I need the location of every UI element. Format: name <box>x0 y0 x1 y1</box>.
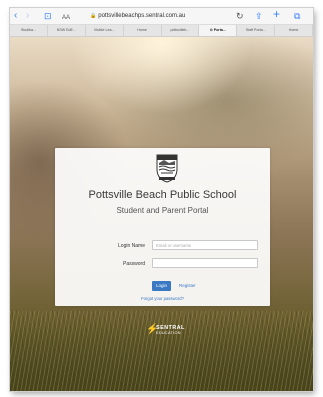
bookmarks-icon[interactable]: ⊡ <box>44 9 52 23</box>
reload-icon[interactable]: ↻ <box>236 9 244 23</box>
page-background: Pottsville Beach Public School Student a… <box>10 37 313 391</box>
portal-name: Student and Parent Portal <box>116 206 209 215</box>
device-frame: ‹ › ⊡ AA 🔒 pottsvillebeachps.sentral.com.… <box>10 8 313 391</box>
browser-tab[interactable]: Staff Porta... <box>237 25 276 36</box>
browser-tab[interactable]: NSW EdE... <box>48 25 86 36</box>
share-icon[interactable]: ⇪ <box>255 9 263 23</box>
safari-toolbar: ‹ › ⊡ AA 🔒 pottsvillebeachps.sentral.com.… <box>10 8 313 25</box>
sentral-subtitle: EDUCATION <box>156 331 181 335</box>
school-name: Pottsville Beach Public School <box>88 189 237 201</box>
reader-view-button[interactable]: AA <box>62 11 70 25</box>
forgot-password-link[interactable]: Forgot your password? <box>55 296 270 301</box>
browser-tab[interactable]: Visible Lea... <box>86 25 124 36</box>
login-button[interactable]: Login <box>152 281 171 291</box>
password-input[interactable] <box>152 258 258 268</box>
login-name-input[interactable] <box>152 240 258 250</box>
login-name-label: Login Name <box>118 243 145 249</box>
browser-tab[interactable]: pottsvilleb... <box>162 25 200 36</box>
browser-tab[interactable]: Studiba... <box>10 25 48 36</box>
login-card: Pottsville Beach Public School Student a… <box>55 148 270 306</box>
browser-tab[interactable]: Home <box>275 25 313 36</box>
browser-tab[interactable]: Home <box>124 25 162 36</box>
forward-icon[interactable]: › <box>26 9 29 23</box>
url-text: pottsvillebeachps.sentral.com.au <box>98 13 186 19</box>
lock-icon: 🔒 <box>90 13 97 19</box>
new-tab-icon[interactable]: + <box>273 8 280 21</box>
tab-bar: Studiba... NSW EdE... Visible Lea... Hom… <box>10 25 313 37</box>
grass-background <box>10 311 313 391</box>
back-icon[interactable]: ‹ <box>14 9 17 23</box>
register-link[interactable]: Register <box>179 283 196 288</box>
browser-tab-active[interactable]: ⊙ Porta... <box>199 25 238 36</box>
sentral-logo: ⚡ SENTRAL EDUCATION <box>146 324 186 338</box>
tabs-overview-icon[interactable]: ⧉ <box>294 9 300 23</box>
password-label: Password <box>123 261 145 267</box>
school-crest-icon <box>156 154 178 183</box>
address-bar[interactable]: 🔒 pottsvillebeachps.sentral.com.au <box>90 11 220 22</box>
